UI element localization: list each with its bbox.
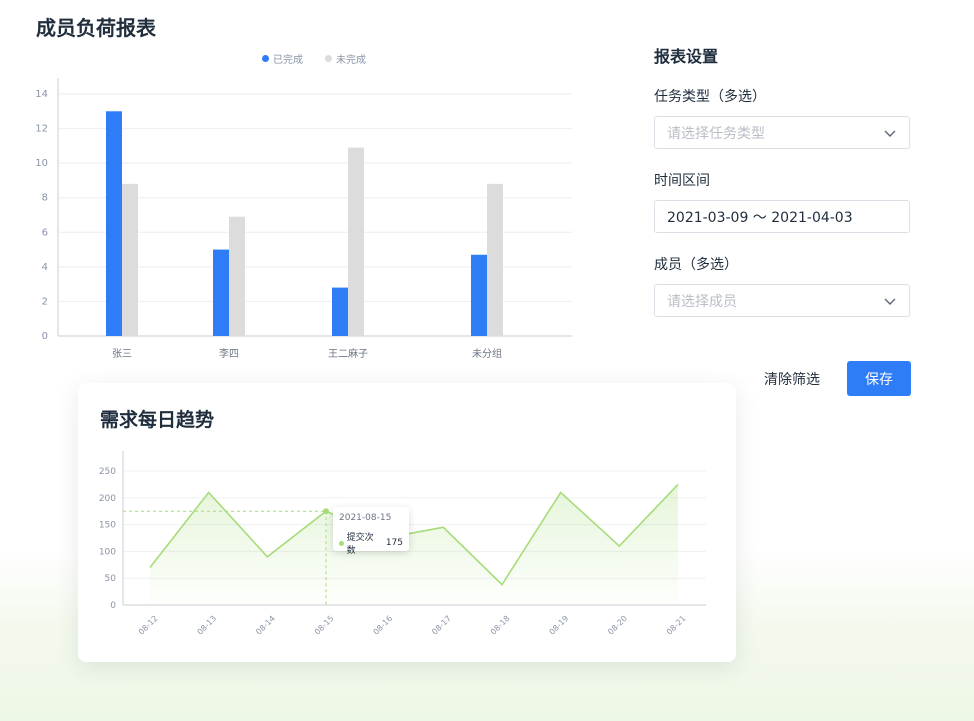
time-range-picker[interactable]: 2021-03-09 ～ 2021-04-03 xyxy=(654,200,910,233)
y-tick-label: 0 xyxy=(42,331,48,342)
x-tick-label: 08-13 xyxy=(195,614,218,637)
y-tick-label: 150 xyxy=(99,521,116,531)
x-tick-label: 08-16 xyxy=(371,614,394,637)
time-range-label: 时间区间 xyxy=(654,173,710,189)
bar-completed xyxy=(106,111,122,337)
y-tick-label: 2 xyxy=(42,296,48,307)
bar-incomplete xyxy=(348,147,364,336)
x-tick-label: 08-12 xyxy=(137,614,160,637)
chart-tooltip: 2021-08-15 提交次数 175 xyxy=(333,507,409,556)
x-tick-label: 王二麻子 xyxy=(328,347,368,360)
members-label: 成员（多选） xyxy=(654,257,738,273)
trend-area xyxy=(150,484,678,605)
tooltip-series-name: 提交次数 xyxy=(346,533,374,556)
settings-title: 报表设置 xyxy=(654,47,719,66)
tooltip-date: 2021-08-15 xyxy=(339,513,392,523)
members-select[interactable]: 请选择成员 xyxy=(654,284,910,317)
chevron-down-icon xyxy=(884,130,896,137)
y-tick-label: 50 xyxy=(105,574,117,584)
x-tick-label: 08-18 xyxy=(489,614,512,637)
x-tick-label: 08-17 xyxy=(430,614,453,637)
y-tick-label: 8 xyxy=(42,193,48,204)
y-tick-label: 100 xyxy=(99,547,116,557)
y-tick-label: 14 xyxy=(35,89,48,100)
trend-card: 需求每日趋势 0 50 100 150 200 250 08-12 08-13 08-14 08-… xyxy=(78,383,736,662)
hover-point xyxy=(323,508,329,515)
task-type-placeholder: 请选择任务类型 xyxy=(667,125,765,142)
y-tick-label: 12 xyxy=(35,124,48,135)
y-tick-label: 250 xyxy=(99,467,116,477)
bar-completed xyxy=(471,254,487,336)
x-tick-label: 李四 xyxy=(219,347,239,360)
bar-completed xyxy=(213,249,229,336)
y-tick-label: 200 xyxy=(99,494,116,504)
x-tick-label: 张三 xyxy=(112,348,132,360)
x-tick-label: 08-21 xyxy=(665,614,688,637)
save-button[interactable]: 保存 xyxy=(847,361,911,396)
y-tick-label: 6 xyxy=(42,227,48,238)
y-tick-label: 10 xyxy=(35,158,48,169)
x-tick-label: 未分组 xyxy=(472,347,502,360)
clear-filters-button[interactable]: 清除筛选 xyxy=(754,361,830,396)
y-tick-label: 0 xyxy=(110,601,116,611)
bar-incomplete xyxy=(487,183,503,336)
x-tick-label: 08-20 xyxy=(606,614,629,637)
bar-completed xyxy=(332,287,348,336)
chevron-down-icon xyxy=(884,298,896,305)
member-load-bar-chart: 0 2 4 6 8 10 12 14 张三 李四 王二麻子 未分组 xyxy=(35,78,572,360)
x-tick-label: 08-19 xyxy=(547,614,570,637)
task-type-select[interactable]: 请选择任务类型 xyxy=(654,116,910,149)
bar-incomplete xyxy=(122,183,138,336)
members-placeholder: 请选择成员 xyxy=(667,293,737,310)
y-tick-label: 4 xyxy=(42,262,48,273)
task-type-label: 任务类型（多选） xyxy=(654,89,766,105)
time-range-value: 2021-03-09 ～ 2021-04-03 xyxy=(667,209,853,226)
x-tick-label: 08-14 xyxy=(254,614,277,637)
tooltip-series-dot xyxy=(339,540,344,546)
tooltip-value: 175 xyxy=(385,538,403,548)
bar-incomplete xyxy=(229,216,245,336)
page-title: 成员负荷报表 xyxy=(36,16,156,40)
x-tick-label: 08-15 xyxy=(313,614,336,637)
